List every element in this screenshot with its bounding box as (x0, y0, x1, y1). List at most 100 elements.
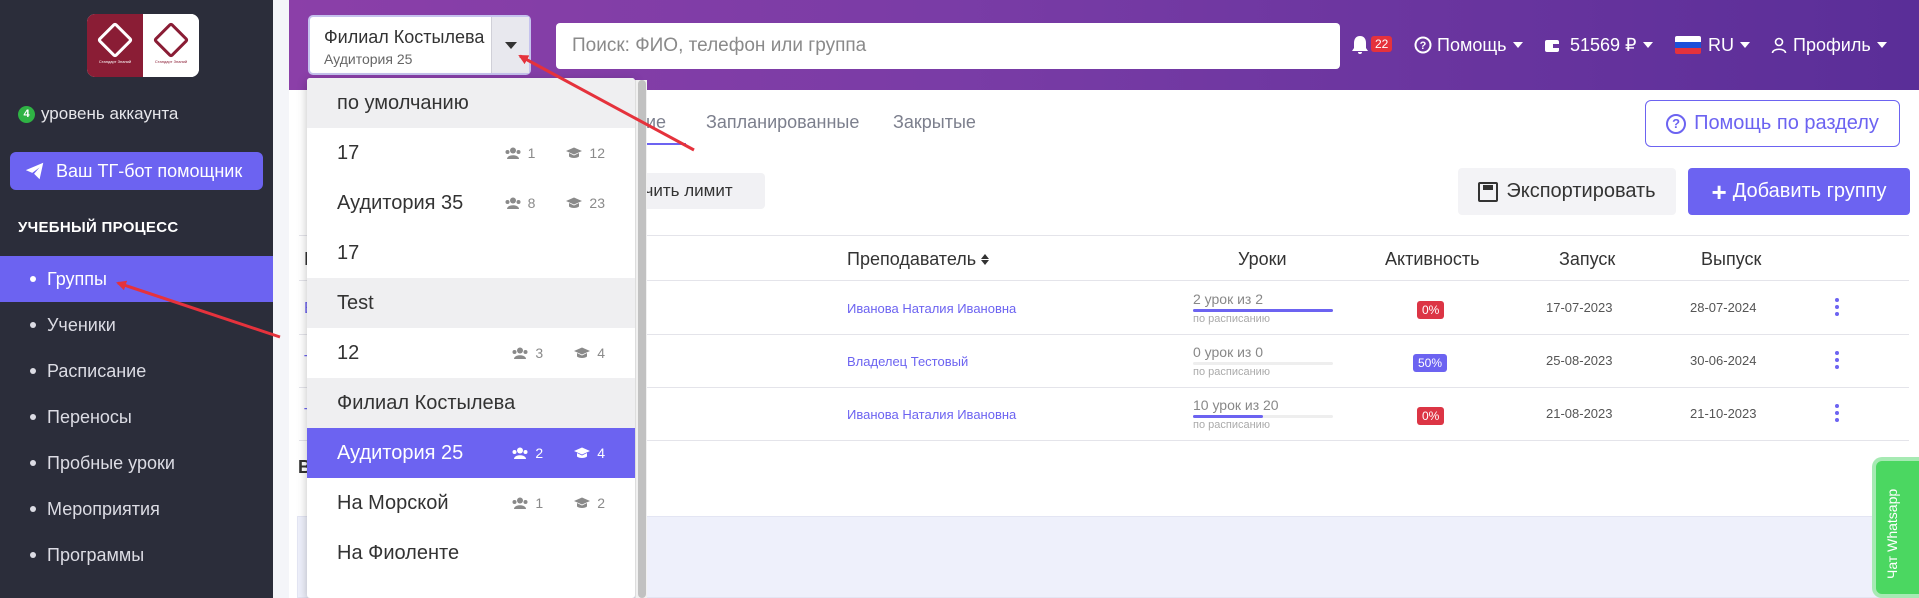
chevron-down-icon (1512, 42, 1523, 48)
dropdown-item-label: по умолчанию (337, 91, 469, 114)
whatsapp-chat-tab[interactable]: Чат Whatsapp (1872, 457, 1919, 598)
lessons-count: 2 урок из 2 (1193, 291, 1264, 307)
students-count: 1 (535, 495, 544, 511)
dropdown-group-header: Test (307, 278, 635, 328)
sidebar-item-schedule[interactable]: Расписание (0, 348, 273, 394)
svg-text:?: ? (1420, 40, 1427, 52)
russia-flag-icon (1675, 36, 1701, 54)
sidebar-nav: Группы Ученики Расписание Переносы Пробн… (0, 256, 273, 578)
export-label: Экспортировать (1506, 180, 1656, 202)
tab-closed[interactable]: Закрытые (893, 112, 976, 133)
teachers-count: 2 (597, 495, 605, 511)
graduation-cap-icon (574, 347, 591, 358)
dropdown-item[interactable]: 17 1 12 (307, 128, 635, 178)
start-date: 17-07-2023 (1546, 300, 1613, 315)
dropdown-group-header: Филиал Костылева (307, 378, 635, 428)
dropdown-scrollbar[interactable] (635, 80, 647, 598)
sidebar-item-label: Расписание (47, 360, 147, 381)
caret-down-icon (504, 41, 517, 49)
logo[interactable]: Стандарт Знаний Стандарт Знаний (87, 14, 199, 77)
start-date: 21-08-2023 (1546, 406, 1613, 421)
graduation-cap-icon (574, 447, 591, 458)
sidebar-item-trial-lessons[interactable]: Пробные уроки (0, 440, 273, 486)
end-date: 28-07-2024 (1690, 300, 1757, 315)
row-menu-icon[interactable] (1835, 351, 1839, 369)
branch-subtitle: Аудитория 25 (324, 51, 413, 67)
help-menu[interactable]: ? Помощь (1414, 0, 1523, 90)
column-header-teacher[interactable]: Преподаватель (847, 236, 990, 282)
telegram-icon (25, 162, 44, 180)
column-header-activity: Активность (1385, 248, 1480, 269)
balance-menu[interactable]: 51569 ₽ (1544, 0, 1653, 90)
dropdown-item[interactable]: 12 3 4 (307, 328, 635, 378)
dropdown-item-label: На Фиоленте (337, 541, 460, 564)
teacher-link[interactable]: Владелец Тестовый (847, 354, 968, 369)
profile-label: Профиль (1793, 34, 1871, 55)
search-input[interactable] (556, 23, 1340, 69)
dropdown-item-selected[interactable]: Аудитория 25 2 4 (307, 428, 635, 478)
help-label: Помощь (1437, 34, 1507, 55)
branch-selector[interactable]: Филиал Костылева Аудитория 25 (308, 15, 531, 75)
dropdown-item[interactable]: Аудитория 35 8 23 (307, 178, 635, 228)
sidebar-item-label: Ученики (47, 314, 116, 335)
whatsapp-label: Чат Whatsapp (1884, 488, 1900, 579)
dropdown-item[interactable]: На Морской 1 2 (307, 478, 635, 528)
row-menu-icon[interactable] (1835, 404, 1839, 422)
users-icon (505, 147, 521, 159)
sidebar-item-transfers[interactable]: Переносы (0, 394, 273, 440)
sidebar-item-label: Программы (47, 544, 145, 565)
dropdown-item[interactable]: 17 (307, 228, 635, 278)
logo-mark-right: Стандарт Знаний (143, 14, 199, 77)
branch-title: Филиал Костылева (324, 27, 485, 47)
dropdown-item-label: 17 (337, 141, 360, 164)
chevron-down-icon (1876, 42, 1887, 48)
tg-bot-button[interactable]: Ваш ТГ-бот помощник (10, 152, 263, 190)
graduation-cap-icon (566, 197, 583, 208)
logo-mark-left: Стандарт Знаний (87, 14, 143, 77)
notifications-button[interactable]: 22 (1351, 0, 1393, 90)
language-menu[interactable]: RU (1675, 0, 1750, 90)
teacher-link[interactable]: Иванова Наталия Ивановна (847, 301, 1016, 316)
dropdown-item-label: Аудитория 35 (337, 191, 464, 214)
export-button[interactable]: Экспортировать (1458, 168, 1676, 215)
balance-value: 51569 ₽ (1570, 34, 1637, 55)
sidebar-item-label: Группы (47, 268, 107, 289)
lessons-progress: 0 урок из 0 по расписанию (1193, 344, 1333, 378)
row-menu-icon[interactable] (1835, 298, 1839, 316)
lessons-progress: 2 урок из 2 по расписанию (1193, 291, 1333, 325)
dropdown-item[interactable]: На Фиоленте (307, 528, 635, 578)
tg-bot-label: Ваш ТГ-бот помощник (56, 160, 243, 181)
plus-icon: + (1711, 176, 1727, 207)
teacher-link[interactable]: Иванова Наталия Ивановна (847, 407, 1016, 422)
bell-icon (1352, 36, 1368, 54)
students-count: 3 (535, 345, 544, 361)
tab-planned[interactable]: Запланированные (706, 112, 859, 133)
profile-menu[interactable]: Профиль (1771, 0, 1887, 90)
branch-caret-button[interactable] (491, 17, 529, 73)
sidebar-item-groups[interactable]: Группы (0, 256, 273, 302)
teachers-count: 23 (589, 195, 605, 211)
question-circle-icon: ? (1666, 113, 1687, 134)
sidebar-item-students[interactable]: Ученики (0, 302, 273, 348)
dropdown-item-label: 12 (337, 341, 360, 364)
sidebar-item-label: Мероприятия (47, 498, 160, 519)
user-icon (1771, 37, 1787, 53)
start-date: 25-08-2023 (1546, 353, 1613, 368)
end-date: 30-06-2024 (1690, 353, 1757, 368)
wallet-icon (1545, 39, 1559, 52)
account-level[interactable]: 4 уровень аккаунта (18, 104, 178, 124)
question-circle-icon: ? (1414, 36, 1432, 54)
sidebar-item-events[interactable]: Мероприятия (0, 486, 273, 532)
sidebar-item-programs[interactable]: Программы (0, 532, 273, 578)
teachers-count: 4 (597, 445, 605, 461)
add-group-button[interactable]: + Добавить группу (1688, 168, 1910, 215)
sidebar-item-label: Пробные уроки (47, 452, 175, 473)
teachers-count: 12 (589, 145, 605, 161)
dropdown-scroll-thumb[interactable] (638, 80, 646, 598)
dropdown-item-label: Test (337, 291, 374, 314)
users-icon (512, 497, 528, 509)
lessons-bar-fill (1193, 309, 1333, 312)
sort-icon (981, 253, 990, 265)
help-section-label: Помощь по разделу (1694, 112, 1879, 134)
help-section-button[interactable]: ? Помощь по разделу (1645, 100, 1900, 147)
